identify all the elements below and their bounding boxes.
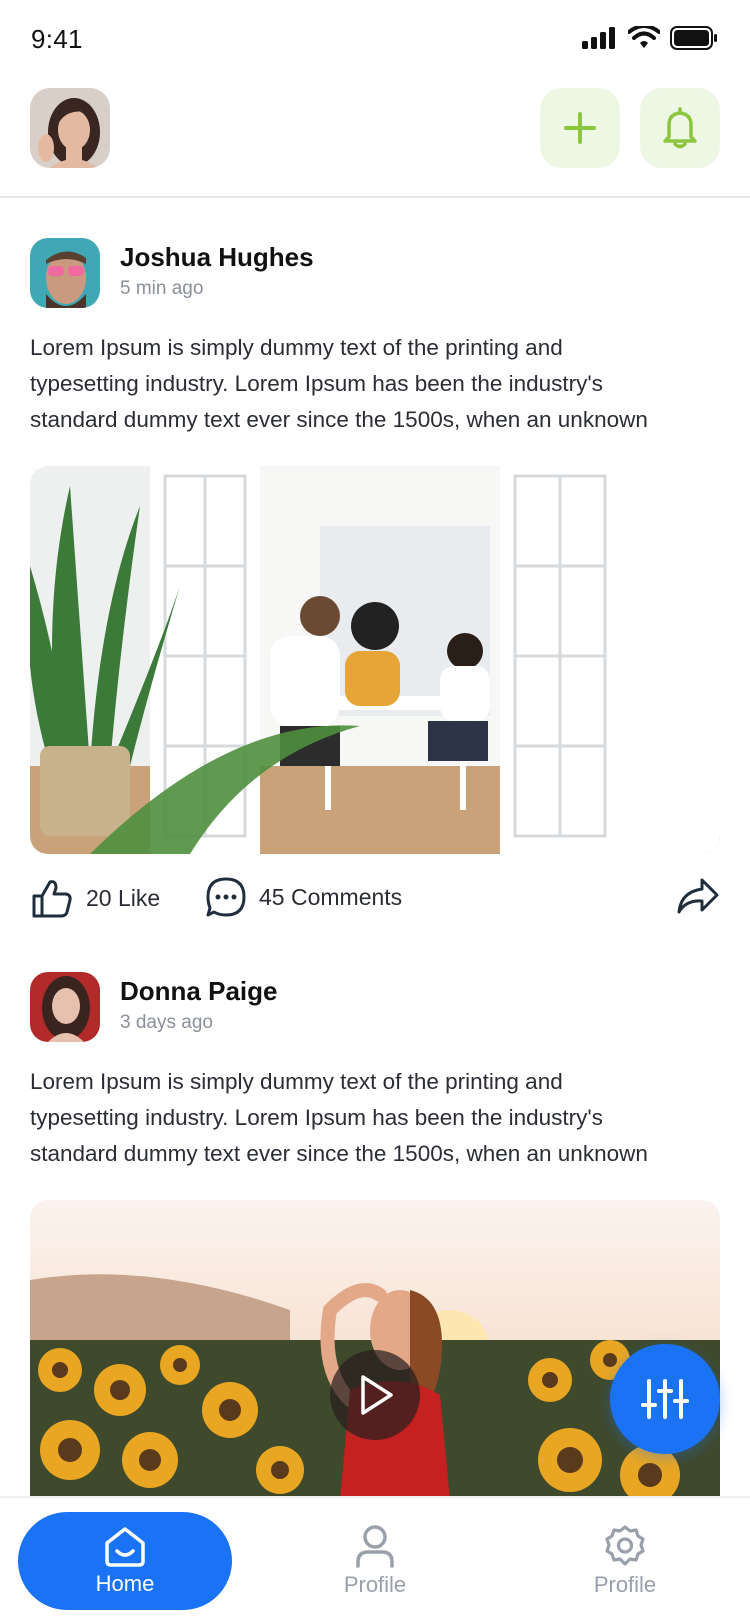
author-avatar[interactable] bbox=[30, 238, 100, 308]
author-name[interactable]: Joshua Hughes bbox=[120, 242, 314, 273]
sliders-icon bbox=[641, 1379, 689, 1419]
thumbs-up-icon bbox=[32, 880, 72, 918]
post-time: 3 days ago bbox=[120, 1012, 213, 1033]
filter-fab[interactable] bbox=[610, 1344, 720, 1454]
like-count: 20 Like bbox=[86, 884, 161, 911]
comment-button[interactable]: 45 Comments bbox=[205, 876, 402, 918]
bell-icon bbox=[663, 107, 697, 149]
share-button[interactable] bbox=[676, 876, 720, 916]
nav-label: Profile bbox=[593, 1572, 657, 1597]
user-icon bbox=[356, 1525, 394, 1568]
home-icon bbox=[105, 1527, 145, 1567]
user-avatar[interactable] bbox=[30, 88, 110, 168]
play-button[interactable] bbox=[330, 1350, 420, 1440]
nav-item-settings[interactable]: Profile bbox=[518, 1512, 732, 1610]
post-text: Lorem Ipsum is simply dummy text of the … bbox=[30, 1069, 648, 1166]
post-time: 5 min ago bbox=[120, 278, 204, 299]
comment-icon bbox=[206, 877, 246, 917]
signal-icon bbox=[582, 27, 615, 49]
status-bar: 9:41 bbox=[0, 0, 750, 78]
nav-label: Home bbox=[95, 1571, 155, 1596]
post-author-row: Joshua Hughes 5 min ago bbox=[30, 238, 720, 308]
add-post-button[interactable] bbox=[540, 88, 620, 168]
author-name[interactable]: Donna Paige bbox=[120, 976, 277, 1007]
status-icons bbox=[582, 26, 718, 50]
plus-icon bbox=[564, 112, 596, 144]
status-time: 9:41 bbox=[31, 24, 83, 54]
share-icon bbox=[677, 878, 719, 914]
nav-item-home[interactable]: Home bbox=[18, 1512, 232, 1610]
bottom-nav: Home Profile Profile bbox=[0, 1496, 750, 1624]
feed[interactable]: Joshua Hughes 5 min ago Lorem Ipsum is s… bbox=[0, 200, 750, 1496]
nav-label: Profile bbox=[343, 1572, 407, 1597]
gear-icon bbox=[605, 1525, 645, 1566]
wifi-icon bbox=[628, 26, 660, 48]
nav-item-profile[interactable]: Profile bbox=[268, 1512, 482, 1610]
post-image[interactable] bbox=[30, 466, 720, 854]
top-header bbox=[0, 78, 750, 198]
post-actions: 20 Like 45 Comments bbox=[30, 854, 720, 944]
author-avatar[interactable] bbox=[30, 972, 100, 1042]
play-icon bbox=[361, 1375, 393, 1415]
post-text: Lorem Ipsum is simply dummy text of the … bbox=[30, 335, 648, 432]
like-button[interactable]: 20 Like bbox=[30, 876, 160, 920]
post-author-row: Donna Paige 3 days ago bbox=[30, 972, 720, 1042]
post-card: Joshua Hughes 5 min ago Lorem Ipsum is s… bbox=[30, 238, 720, 944]
post-video[interactable] bbox=[30, 1200, 720, 1496]
notifications-button[interactable] bbox=[640, 88, 720, 168]
comment-count: 45 Comments bbox=[259, 883, 403, 910]
battery-icon bbox=[670, 26, 717, 50]
